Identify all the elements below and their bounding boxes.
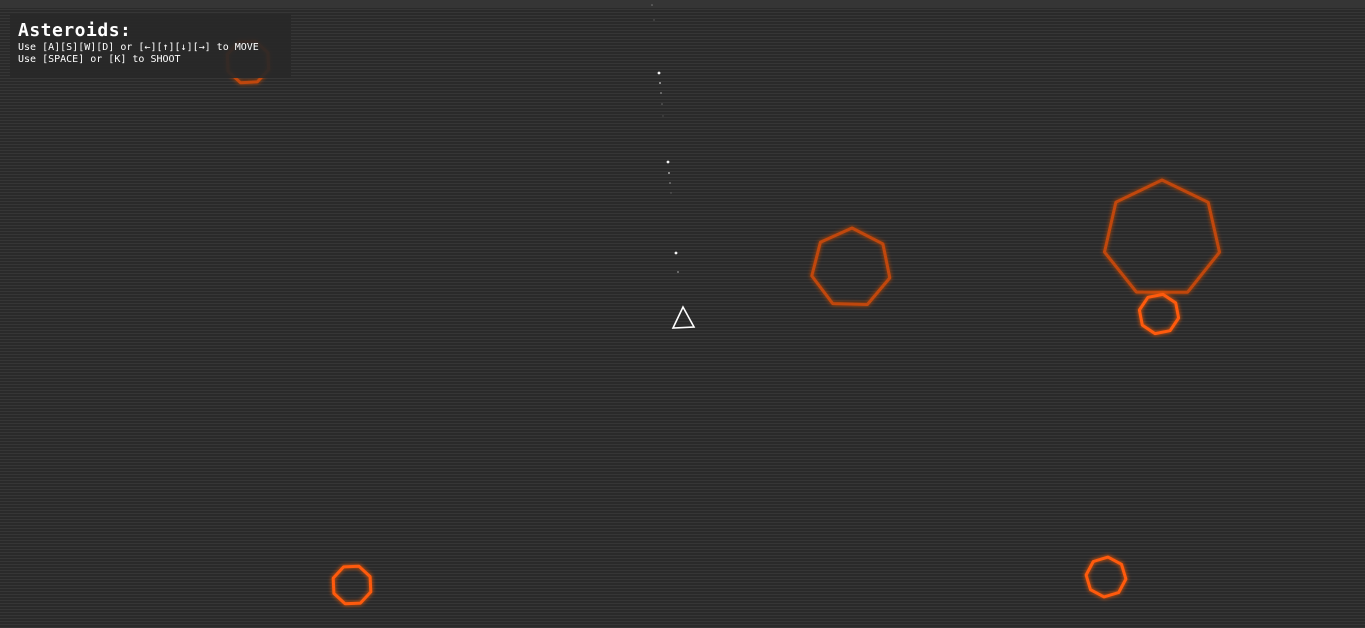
shoot-instructions: Use [SPACE] or [K] to SHOOT [18, 54, 181, 65]
ship-layer [671, 305, 696, 329]
asteroid-icon-small [1084, 555, 1128, 599]
asteroid-icon-small [331, 564, 373, 606]
bullet-icon [659, 82, 661, 84]
asteroid-icon-medium [810, 226, 892, 306]
move-instructions: Use [A][S][W][D] or [←][↑][↓][→] to MOVE [18, 42, 259, 53]
bullet-icon [660, 92, 662, 94]
bullet-icon [661, 103, 663, 105]
bullet-icon [668, 172, 670, 174]
bullet-icon [653, 19, 655, 21]
game-canvas[interactable] [0, 0, 1365, 628]
instructions-panel: Asteroids: Use [A][S][W][D] or [←][↑][↓]… [10, 14, 291, 78]
bullet-layer [651, 4, 679, 273]
asteroid-icon-large [1103, 178, 1221, 294]
asteroid-icon-small [1137, 292, 1181, 336]
bullet-icon [669, 182, 671, 184]
game-title: Asteroids: [18, 20, 132, 41]
bullet-icon [666, 160, 670, 164]
bullet-icon [677, 271, 679, 273]
bullet-icon [670, 192, 672, 194]
bullet-icon [662, 115, 664, 117]
bullet-icon [657, 71, 661, 75]
game-stage[interactable]: Asteroids: Use [A][S][W][D] or [←][↑][↓]… [0, 0, 1365, 628]
bullet-icon [674, 251, 678, 255]
ship-triangle-icon [671, 305, 696, 329]
bullet-icon [651, 4, 653, 6]
asteroid-layer [225, 39, 1221, 606]
